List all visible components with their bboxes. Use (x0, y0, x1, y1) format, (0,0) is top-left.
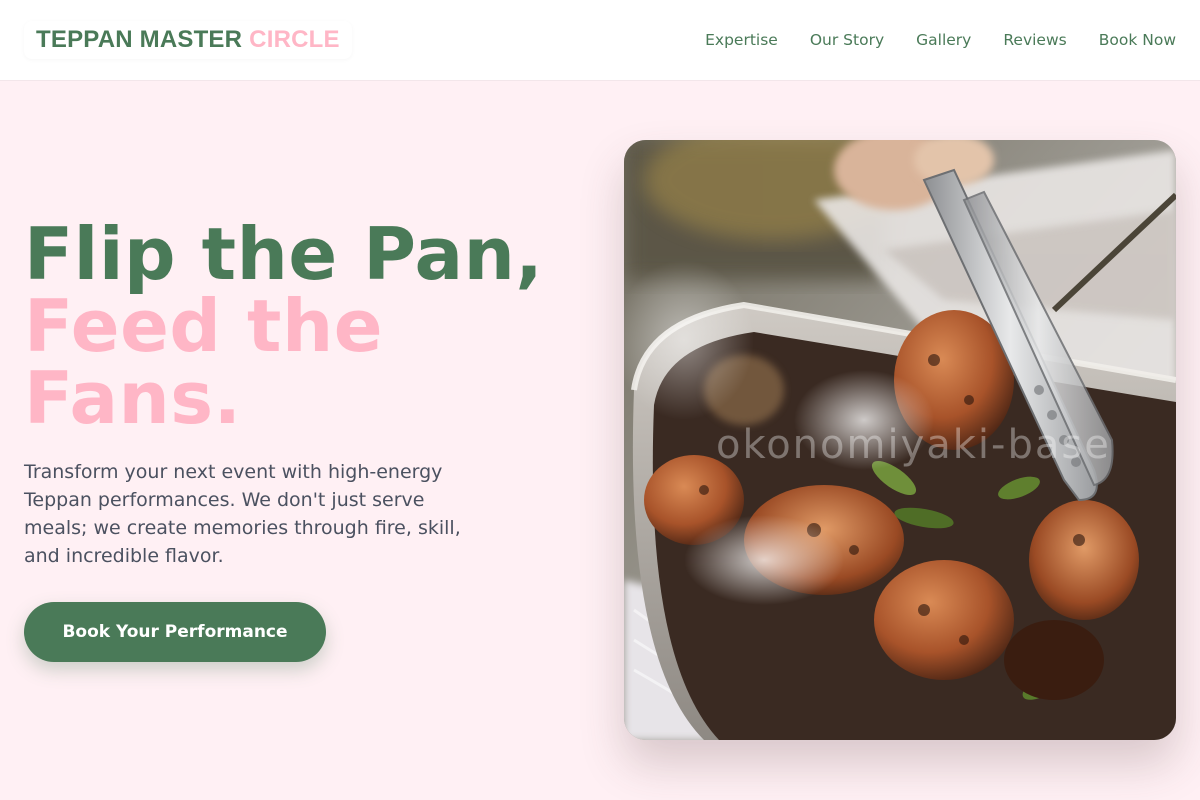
image-watermark: okonomiyaki-base (716, 422, 1111, 468)
nav-link-our-story[interactable]: Our Story (810, 31, 884, 49)
book-performance-button[interactable]: Book Your Performance (24, 602, 326, 662)
main-nav: Expertise Our Story Gallery Reviews Book… (705, 31, 1176, 49)
nav-link-reviews[interactable]: Reviews (1003, 31, 1066, 49)
nav-link-expertise[interactable]: Expertise (705, 31, 778, 49)
site-header: TEPPAN MASTER CIRCLE Expertise Our Story… (0, 0, 1200, 81)
hero-food-image: okonomiyaki-base (624, 140, 1176, 740)
hero-description: Transform your next event with high-ener… (24, 461, 461, 567)
logo-main-text: TEPPAN MASTER (36, 26, 243, 53)
hero-title-line2: Feed the Fans. (24, 284, 384, 440)
hero-title: Flip the Pan, Feed the Fans. (24, 218, 584, 434)
site-logo[interactable]: TEPPAN MASTER CIRCLE (24, 21, 352, 59)
hero-title-line1: Flip the Pan, (24, 212, 544, 296)
nav-link-gallery[interactable]: Gallery (916, 31, 971, 49)
nav-link-book-now[interactable]: Book Now (1099, 31, 1176, 49)
logo-accent-text: CIRCLE (249, 26, 340, 53)
